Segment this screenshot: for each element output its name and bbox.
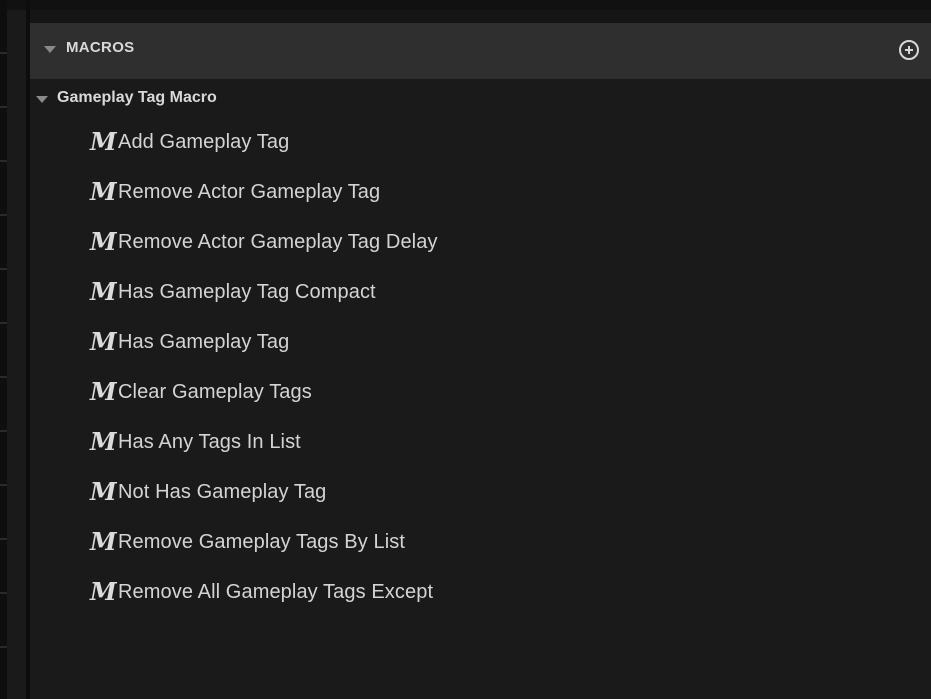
macro-item[interactable]: M Clear Gameplay Tags <box>90 367 438 417</box>
left-edge-strip <box>0 0 7 699</box>
top-border <box>0 0 931 10</box>
macro-item[interactable]: M Has Any Tags In List <box>90 417 438 467</box>
macro-item-label: Remove Actor Gameplay Tag <box>118 180 381 203</box>
panel-top-bar <box>30 10 931 23</box>
macro-item-label: Remove Actor Gameplay Tag Delay <box>118 230 438 253</box>
macro-icon: M <box>90 327 117 356</box>
macro-item[interactable]: M Has Gameplay Tag Compact <box>90 267 438 317</box>
macro-item[interactable]: M Remove All Gameplay Tags Except <box>90 567 438 617</box>
collapse-arrow-icon[interactable] <box>44 46 56 53</box>
macro-item-label: Has Any Tags In List <box>118 430 301 453</box>
category-gameplay-tag-macro[interactable]: Gameplay Tag Macro <box>36 86 217 110</box>
macro-icon: M <box>90 227 117 256</box>
macro-item[interactable]: M Remove Gameplay Tags By List <box>90 517 438 567</box>
expand-arrow-icon[interactable] <box>36 95 48 103</box>
macro-item[interactable]: M Add Gameplay Tag <box>90 117 438 167</box>
add-macro-button[interactable] <box>899 40 919 60</box>
macro-icon: M <box>90 277 117 306</box>
macro-icon: M <box>90 577 117 606</box>
macro-item-label: Remove Gameplay Tags By List <box>118 530 405 553</box>
macro-item-label: Has Gameplay Tag <box>118 330 290 353</box>
macro-item-label: Not Has Gameplay Tag <box>118 480 327 503</box>
category-label: Gameplay Tag Macro <box>57 89 217 106</box>
macro-item[interactable]: M Remove Actor Gameplay Tag <box>90 167 438 217</box>
macro-icon: M <box>90 427 117 456</box>
macro-item[interactable]: M Not Has Gameplay Tag <box>90 467 438 517</box>
section-title: MACROS <box>66 39 135 56</box>
macro-item-label: Remove All Gameplay Tags Except <box>118 580 434 603</box>
macro-icon: M <box>90 527 117 556</box>
macro-item-label: Add Gameplay Tag <box>118 130 290 153</box>
macro-list: M Add Gameplay Tag M Remove Actor Gamepl… <box>90 117 438 617</box>
macro-icon: M <box>90 177 117 206</box>
macro-item-label: Clear Gameplay Tags <box>118 380 312 403</box>
macro-item[interactable]: M Has Gameplay Tag <box>90 317 438 367</box>
macro-icon: M <box>90 477 117 506</box>
macro-icon: M <box>90 377 117 406</box>
macro-icon: M <box>90 127 117 156</box>
macro-item[interactable]: M Remove Actor Gameplay Tag Delay <box>90 217 438 267</box>
macros-section-header[interactable]: MACROS <box>30 23 931 79</box>
macro-item-label: Has Gameplay Tag Compact <box>118 280 376 303</box>
